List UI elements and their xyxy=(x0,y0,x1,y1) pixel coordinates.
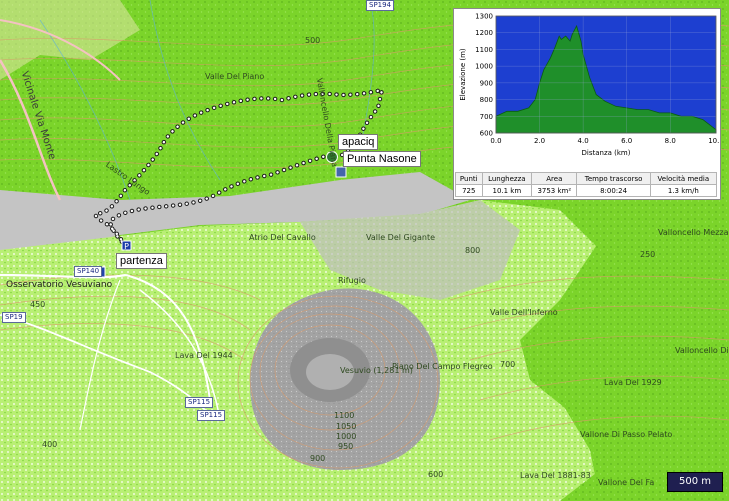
contour-label-1050: 1050 xyxy=(336,422,357,431)
place-label-lava-del-1944: Lava Del 1944 xyxy=(175,351,233,360)
stats-value-length: 10.1 km xyxy=(481,184,533,197)
scale-bar: 500 m xyxy=(667,472,723,492)
place-label-rifugio: Rifugio xyxy=(338,276,366,285)
y-axis-label: Elevazione (m) xyxy=(459,48,467,101)
start-marker[interactable]: P xyxy=(121,240,132,251)
place-label-valle-dell-inferno: Valle Dell'Inferno xyxy=(490,308,558,317)
y-tick-label: 1000 xyxy=(475,63,493,71)
track-stats-table: Punti Lunghezza Area Tempo trascorso Vel… xyxy=(455,172,718,197)
contour-label-600: 600 xyxy=(428,470,444,479)
stats-header-area: Area xyxy=(531,172,578,185)
road-tag-sp115-b: SP115 xyxy=(197,410,226,421)
stats-header-avg-speed: Velocità media xyxy=(649,172,718,185)
stats-header-row: Punti Lunghezza Area Tempo trascorso Vel… xyxy=(455,172,718,185)
svg-text:P: P xyxy=(124,242,129,251)
place-label-piano-del-campo-flegreo: Piano Del Campo Flegreo xyxy=(392,362,493,371)
contour-label-250: 250 xyxy=(640,250,656,259)
x-tick-label: 0.0 xyxy=(490,137,501,145)
x-tick-label: 6.0 xyxy=(621,137,632,145)
road-tag-sp194: SP194 xyxy=(366,0,395,11)
place-label-valloncello-di-piano: Valloncello Di Piano xyxy=(675,346,729,355)
road-tag-sp140: SP140 xyxy=(74,266,103,277)
stats-header-length: Lunghezza xyxy=(481,172,533,185)
x-tick-label: 10.1 xyxy=(708,137,720,145)
x-tick-label: 2.0 xyxy=(534,137,545,145)
contour-label-900: 900 xyxy=(310,454,326,463)
stats-value-row: 725 10.1 km 3753 km² 8:00:24 1.3 km/h xyxy=(455,184,718,197)
y-tick-label: 800 xyxy=(480,96,493,104)
waypoint-label-summit-name[interactable]: apaciq xyxy=(338,134,379,150)
stats-value-area: 3753 km² xyxy=(531,184,578,197)
x-tick-label: 4.0 xyxy=(578,137,589,145)
place-label-lava-del-1929: Lava Del 1929 xyxy=(604,378,662,387)
contour-label-1000: 1000 xyxy=(336,432,357,441)
y-tick-label: 900 xyxy=(480,79,493,87)
stats-header-elapsed: Tempo trascorso xyxy=(576,172,651,185)
place-label-vallone-del-fa: Vallone Del Fa xyxy=(598,478,655,487)
y-tick-label: 1100 xyxy=(475,46,493,54)
elevation-profile-chart: 13001200110010009008007006000.0 2.0 4.0 6.0… xyxy=(459,13,724,158)
stats-value-elapsed: 8:00:24 xyxy=(576,184,651,197)
place-label-valle-del-piano: Valle Del Piano xyxy=(205,72,265,81)
contour-label-700: 700 xyxy=(500,360,516,369)
place-label-valloncello-mezzano: Valloncello Mezzano xyxy=(658,228,729,237)
contour-label-450: 450 xyxy=(30,300,46,309)
y-tick-label: 1300 xyxy=(475,13,493,21)
place-label-lava-del-1881: Lava Del 1881-83 xyxy=(520,471,591,480)
x-axis-label: Distanza (km) xyxy=(582,149,631,157)
stats-header-points: Punti xyxy=(455,172,483,185)
contour-label-950: 950 xyxy=(338,442,354,451)
waypoint-label-peak[interactable]: Punta Nasone xyxy=(343,151,421,167)
place-label-valle-del-gigante: Valle Del Gigante xyxy=(366,233,436,242)
road-tag-sp115-a: SP115 xyxy=(185,397,214,408)
place-label-atrio-del-cavallo: Atrio Del Cavallo xyxy=(249,233,316,242)
contour-label-500: 500 xyxy=(305,36,321,45)
x-tick-label: 8.0 xyxy=(665,137,676,145)
waypoint-label-start[interactable]: partenza xyxy=(116,253,167,269)
contour-label-1100: 1100 xyxy=(334,411,355,420)
place-label-vallone-di-passo-pelato: Vallone Di Passo Pelato xyxy=(580,430,673,439)
contour-label-800: 800 xyxy=(465,246,481,255)
y-tick-label: 1200 xyxy=(475,29,493,37)
contour-label-400: 400 xyxy=(42,440,58,449)
place-label-osservatorio-vesuviano: Osservatorio Vesuviano xyxy=(6,280,113,290)
road-tag-sp19: SP19 xyxy=(2,312,26,323)
stats-value-points: 725 xyxy=(455,184,483,197)
stats-value-avg-speed: 1.3 km/h xyxy=(649,184,718,197)
y-tick-label: 700 xyxy=(480,113,493,121)
